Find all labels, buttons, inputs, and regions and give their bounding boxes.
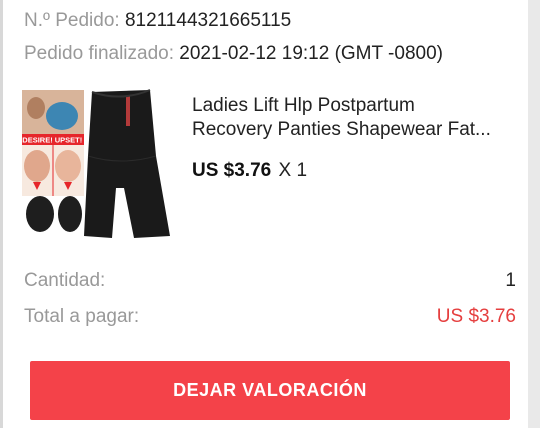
product-price: US $3.76 (192, 160, 272, 181)
order-completed-row: Pedido finalizado: 2021-02-12 19:12 (GMT… (24, 43, 443, 65)
quantity-label: Cantidad: (24, 270, 106, 291)
product-title[interactable]: Ladies Lift Hlp Postpartum Recovery Pant… (192, 94, 522, 142)
leave-review-button[interactable]: DEJAR VALORACIÓN (30, 361, 510, 420)
product-title-line-2: Recovery Panties Shapewear Fat... (192, 119, 491, 140)
total-value: US $3.76 (436, 306, 516, 327)
product-title-line-1: Ladies Lift Hlp Postpartum (192, 95, 415, 116)
product-image: DESIRE! UPSET! (22, 86, 176, 242)
product-thumbnail[interactable]: DESIRE! UPSET! (22, 86, 176, 242)
order-number-label: N.º Pedido: (24, 10, 120, 31)
quantity-row: Cantidad: 1 (24, 270, 516, 292)
order-number-row: N.º Pedido: 8121144321665115 (24, 10, 291, 32)
order-completed-value: 2021-02-12 19:12 (GMT -0800) (179, 43, 443, 64)
banner-upset-text: UPSET! (55, 136, 83, 145)
order-completed-label: Pedido finalizado: (24, 43, 174, 64)
order-number-value: 8121144321665115 (124, 10, 292, 31)
total-row: Total a pagar: US $3.76 (24, 306, 516, 328)
order-detail-card: N.º Pedido: 8121144321665115 Pedido fina… (0, 0, 528, 428)
banner-desire-text: DESIRE! (22, 136, 52, 145)
total-label: Total a pagar: (24, 306, 140, 327)
product-price-line: US $3.76 X 1 (192, 160, 307, 182)
left-border (0, 0, 3, 428)
quantity-value: 1 (505, 270, 516, 291)
product-quantity: X 1 (278, 160, 308, 181)
